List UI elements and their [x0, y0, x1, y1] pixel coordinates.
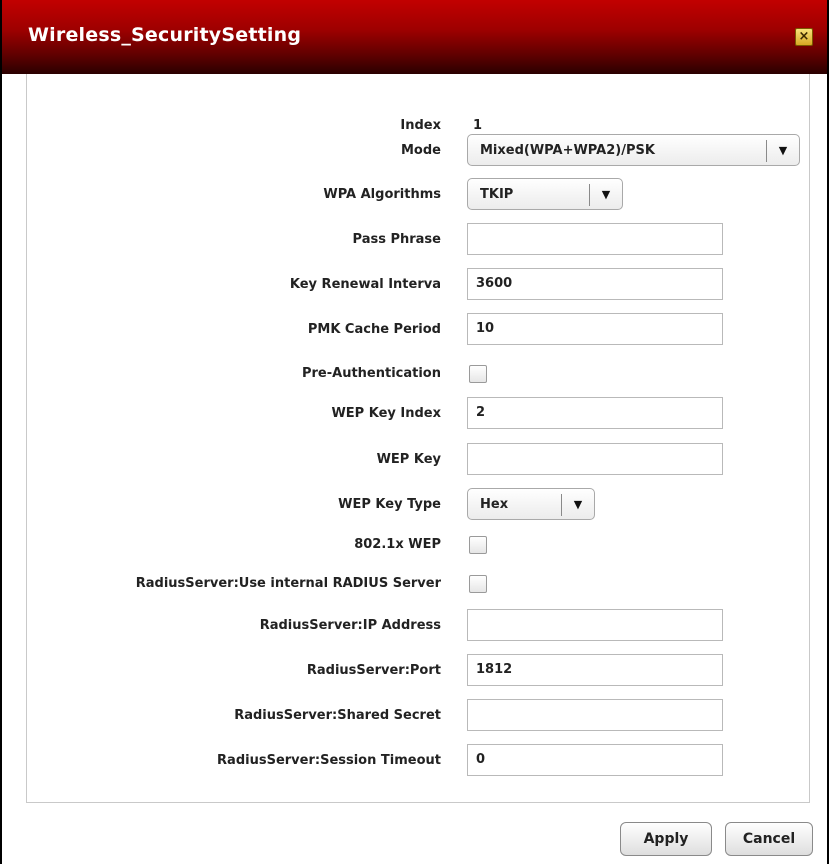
chevron-down-icon[interactable]: ▼ [766, 140, 799, 162]
wpa-algorithms-select[interactable]: TKIP ▼ [467, 178, 623, 210]
dialog-titlebar[interactable]: Wireless_SecuritySetting × [2, 0, 827, 74]
wep-key-input[interactable] [467, 443, 723, 475]
radius-port-label: RadiusServer:Port [306, 663, 441, 678]
row-pmk-cache: PMK Cache Period 10 [27, 313, 811, 347]
security-form: Index 1 Mode Mixed(WPA+WPA2)/PSK ▼ WPA A… [26, 74, 810, 803]
radius-ip-input[interactable] [467, 609, 723, 641]
row-wep-key-index: WEP Key Index 2 [27, 397, 811, 431]
mode-label: Mode [401, 143, 441, 158]
apply-button[interactable]: Apply [620, 822, 712, 856]
key-renewal-input[interactable]: 3600 [467, 268, 723, 300]
wep-key-type-select[interactable]: Hex ▼ [467, 488, 595, 520]
wireless-security-dialog: Wireless_SecuritySetting × Index 1 Mode … [0, 0, 829, 864]
pre-auth-checkbox[interactable] [469, 365, 487, 383]
wpa-algorithms-label: WPA Algorithms [323, 187, 441, 202]
radius-ip-label: RadiusServer:IP Address [259, 618, 441, 633]
cancel-button[interactable]: Cancel [725, 822, 813, 856]
row-wep-key-type: WEP Key Type Hex ▼ [27, 488, 811, 522]
radius-secret-label: RadiusServer:Shared Secret [234, 708, 441, 723]
row-radius-ip: RadiusServer:IP Address [27, 609, 811, 643]
row-radius-port: RadiusServer:Port 1812 [27, 654, 811, 688]
key-renewal-label: Key Renewal Interva [289, 277, 441, 292]
index-value: 1 [473, 118, 483, 133]
close-icon[interactable]: × [795, 28, 813, 46]
row-radius-timeout: RadiusServer:Session Timeout 0 [27, 744, 811, 778]
radius-timeout-label: RadiusServer:Session Timeout [217, 753, 441, 768]
index-label: Index [400, 118, 441, 133]
chevron-down-icon[interactable]: ▼ [589, 184, 622, 206]
dialog-title: Wireless_SecuritySetting [28, 24, 302, 46]
pass-phrase-label: Pass Phrase [352, 232, 441, 247]
row-pre-auth: Pre-Authentication [27, 357, 811, 391]
row-key-renewal: Key Renewal Interva 3600 [27, 268, 811, 302]
row-8021x-wep: 802.1x WEP [27, 528, 811, 562]
radius-port-input[interactable]: 1812 [467, 654, 723, 686]
wep-8021x-label: 802.1x WEP [354, 537, 441, 552]
radius-timeout-input[interactable]: 0 [467, 744, 723, 776]
row-wpa-algorithms: WPA Algorithms TKIP ▼ [27, 178, 811, 212]
mode-selected-value: Mixed(WPA+WPA2)/PSK [480, 143, 655, 158]
wpa-algorithms-selected-value: TKIP [480, 187, 514, 202]
radius-internal-label: RadiusServer:Use internal RADIUS Server [135, 576, 441, 591]
pmk-cache-label: PMK Cache Period [307, 322, 441, 337]
wep-key-label: WEP Key [376, 452, 441, 467]
wep-8021x-checkbox[interactable] [469, 536, 487, 554]
pass-phrase-input[interactable] [467, 223, 723, 255]
row-pass-phrase: Pass Phrase [27, 223, 811, 257]
mode-select[interactable]: Mixed(WPA+WPA2)/PSK ▼ [467, 134, 800, 166]
wep-key-type-label: WEP Key Type [338, 497, 441, 512]
pre-auth-label: Pre-Authentication [301, 366, 441, 381]
wep-key-index-label: WEP Key Index [331, 406, 441, 421]
pmk-cache-input[interactable]: 10 [467, 313, 723, 345]
radius-internal-checkbox[interactable] [469, 575, 487, 593]
wep-key-index-input[interactable]: 2 [467, 397, 723, 429]
wep-key-type-selected-value: Hex [480, 497, 509, 512]
row-mode: Mode Mixed(WPA+WPA2)/PSK ▼ [27, 134, 811, 168]
row-radius-secret: RadiusServer:Shared Secret [27, 699, 811, 733]
radius-secret-input[interactable] [467, 699, 723, 731]
row-radius-internal: RadiusServer:Use internal RADIUS Server [27, 567, 811, 601]
row-wep-key: WEP Key [27, 443, 811, 477]
chevron-down-icon[interactable]: ▼ [561, 494, 594, 516]
